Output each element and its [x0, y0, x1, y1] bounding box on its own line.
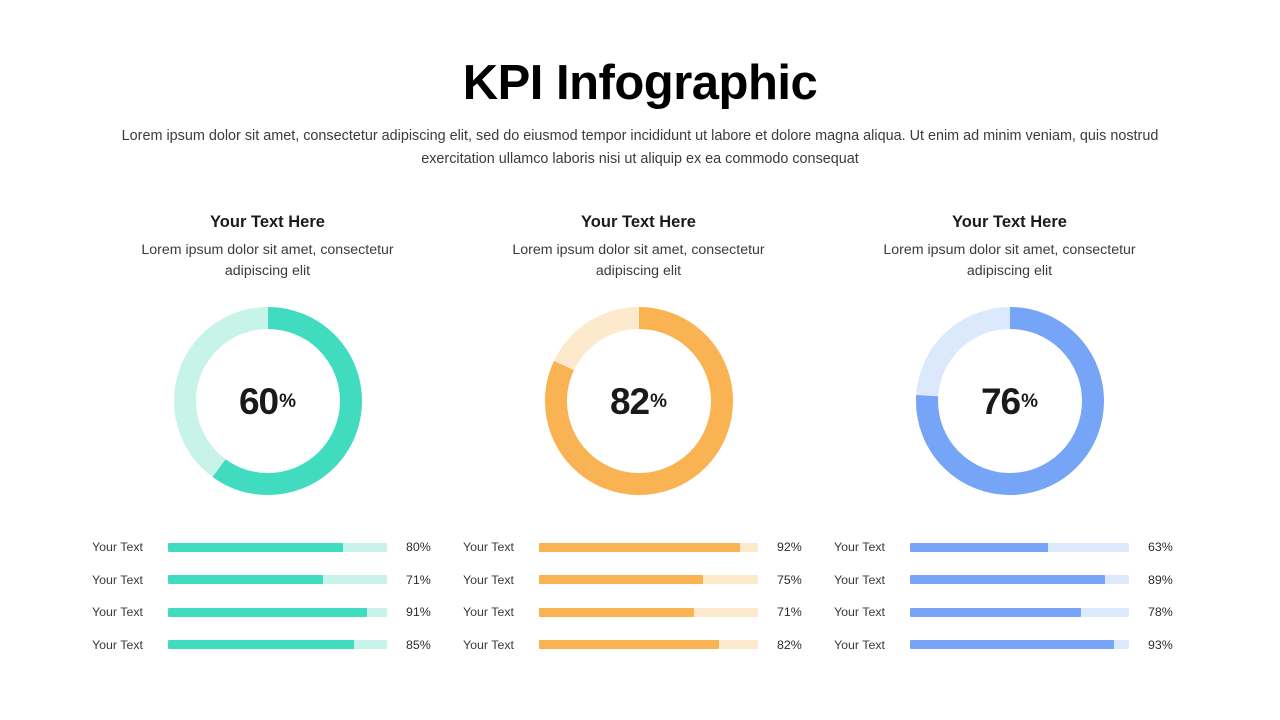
bar-value: 82%	[777, 637, 802, 652]
bar-row: Your Text 92%	[463, 531, 824, 564]
bar-label: Your Text	[463, 605, 514, 620]
bar-list: Your Text 80% Your Text 71% Your Text 91% Your…	[82, 531, 453, 661]
bar-label: Your Text	[92, 605, 143, 620]
donut-unit: %	[279, 390, 297, 412]
column-title: Your Text Here	[952, 213, 1067, 231]
column-description: Lorem ipsum dolor sit amet, consectetur …	[883, 242, 1136, 279]
bar-value: 89%	[1148, 572, 1173, 587]
bar-track	[539, 542, 758, 552]
column-description: Lorem ipsum dolor sit amet, consectetur …	[512, 242, 765, 279]
donut-chart-wrapper: 82%	[453, 303, 824, 499]
bar-label: Your Text	[834, 572, 885, 587]
bar-label: Your Text	[463, 572, 514, 587]
bar-track	[910, 607, 1129, 617]
bar-track	[539, 640, 758, 650]
bar-fill	[168, 542, 344, 552]
bar-fill	[539, 640, 719, 650]
bar-value: 85%	[406, 637, 431, 652]
column-title: Your Text Here	[581, 213, 696, 231]
bar-fill	[539, 542, 741, 552]
bar-row: Your Text 85%	[92, 629, 453, 662]
donut-value: 60	[238, 380, 279, 422]
bar-label: Your Text	[92, 540, 143, 555]
bar-label: Your Text	[463, 637, 514, 652]
donut-unit: %	[1021, 390, 1039, 412]
bar-list: Your Text 63% Your Text 89% Your Text 78% Your…	[824, 531, 1195, 661]
bar-row: Your Text 71%	[92, 564, 453, 597]
donut-chart-wrapper: 60%	[82, 303, 453, 499]
bar-track	[539, 575, 758, 585]
bar-label: Your Text	[834, 605, 885, 620]
bar-label: Your Text	[834, 637, 885, 652]
bar-fill	[168, 640, 355, 650]
bar-track	[910, 542, 1129, 552]
bar-row: Your Text 63%	[834, 531, 1195, 564]
donut-center-label: 76%	[912, 303, 1108, 499]
bar-row: Your Text 89%	[834, 564, 1195, 597]
column-description: Lorem ipsum dolor sit amet, consectetur …	[141, 242, 394, 279]
bar-value: 63%	[1148, 540, 1173, 555]
bar-track	[168, 640, 387, 650]
bar-label: Your Text	[834, 540, 885, 555]
kpi-column-2: Your Text Here Lorem ipsum dolor sit amet…	[453, 212, 824, 661]
column-title: Your Text Here	[210, 213, 325, 231]
bar-row: Your Text 91%	[92, 596, 453, 629]
bar-value: 71%	[777, 605, 802, 620]
bar-label: Your Text	[92, 637, 143, 652]
slide-header: KPI Infographic Lorem ipsum dolor sit am…	[0, 0, 1280, 172]
bar-fill	[910, 607, 1081, 617]
donut-center-label: 60%	[170, 303, 366, 499]
donut-chart: 82%	[541, 303, 737, 499]
bar-fill	[910, 542, 1048, 552]
bar-fill	[539, 607, 695, 617]
bar-value: 92%	[777, 540, 802, 555]
kpi-column-3: Your Text Here Lorem ipsum dolor sit amet…	[824, 212, 1195, 661]
bar-row: Your Text 71%	[463, 596, 824, 629]
donut-chart-wrapper: 76%	[824, 303, 1195, 499]
bar-label: Your Text	[463, 540, 514, 555]
donut-chart: 60%	[170, 303, 366, 499]
bar-fill	[168, 607, 368, 617]
bar-value: 80%	[406, 540, 431, 555]
bar-value: 93%	[1148, 637, 1173, 652]
bar-row: Your Text 75%	[463, 564, 824, 597]
bar-list: Your Text 92% Your Text 75% Your Text 71% Your…	[453, 531, 824, 661]
donut-center-label: 82%	[541, 303, 737, 499]
donut-chart: 76%	[912, 303, 1108, 499]
bar-label: Your Text	[92, 572, 143, 587]
bar-value: 78%	[1148, 605, 1173, 620]
bar-value: 71%	[406, 572, 431, 587]
bar-fill	[910, 640, 1114, 650]
bar-track	[910, 640, 1129, 650]
bar-row: Your Text 78%	[834, 596, 1195, 629]
page-subtitle: Lorem ipsum dolor sit amet, consectetur …	[121, 127, 1159, 168]
page-title: KPI Infographic	[462, 56, 818, 110]
bar-fill	[910, 575, 1105, 585]
bar-value: 75%	[777, 572, 802, 587]
bar-track	[168, 575, 387, 585]
bar-row: Your Text 93%	[834, 629, 1195, 662]
bar-track	[910, 575, 1129, 585]
donut-value: 82	[609, 380, 650, 422]
bar-row: Your Text 82%	[463, 629, 824, 662]
bar-track	[539, 607, 758, 617]
bar-fill	[539, 575, 704, 585]
bar-track	[168, 542, 387, 552]
donut-unit: %	[650, 390, 668, 412]
bar-value: 91%	[406, 605, 431, 620]
bar-fill	[168, 575, 324, 585]
kpi-column-1: Your Text Here Lorem ipsum dolor sit amet…	[82, 212, 453, 661]
slide-canvas: KPI Infographic Lorem ipsum dolor sit am…	[0, 0, 1280, 720]
bar-row: Your Text 80%	[92, 531, 453, 564]
bar-track	[168, 607, 387, 617]
kpi-columns: Your Text Here Lorem ipsum dolor sit amet…	[0, 212, 1280, 661]
donut-value: 76	[980, 380, 1021, 422]
